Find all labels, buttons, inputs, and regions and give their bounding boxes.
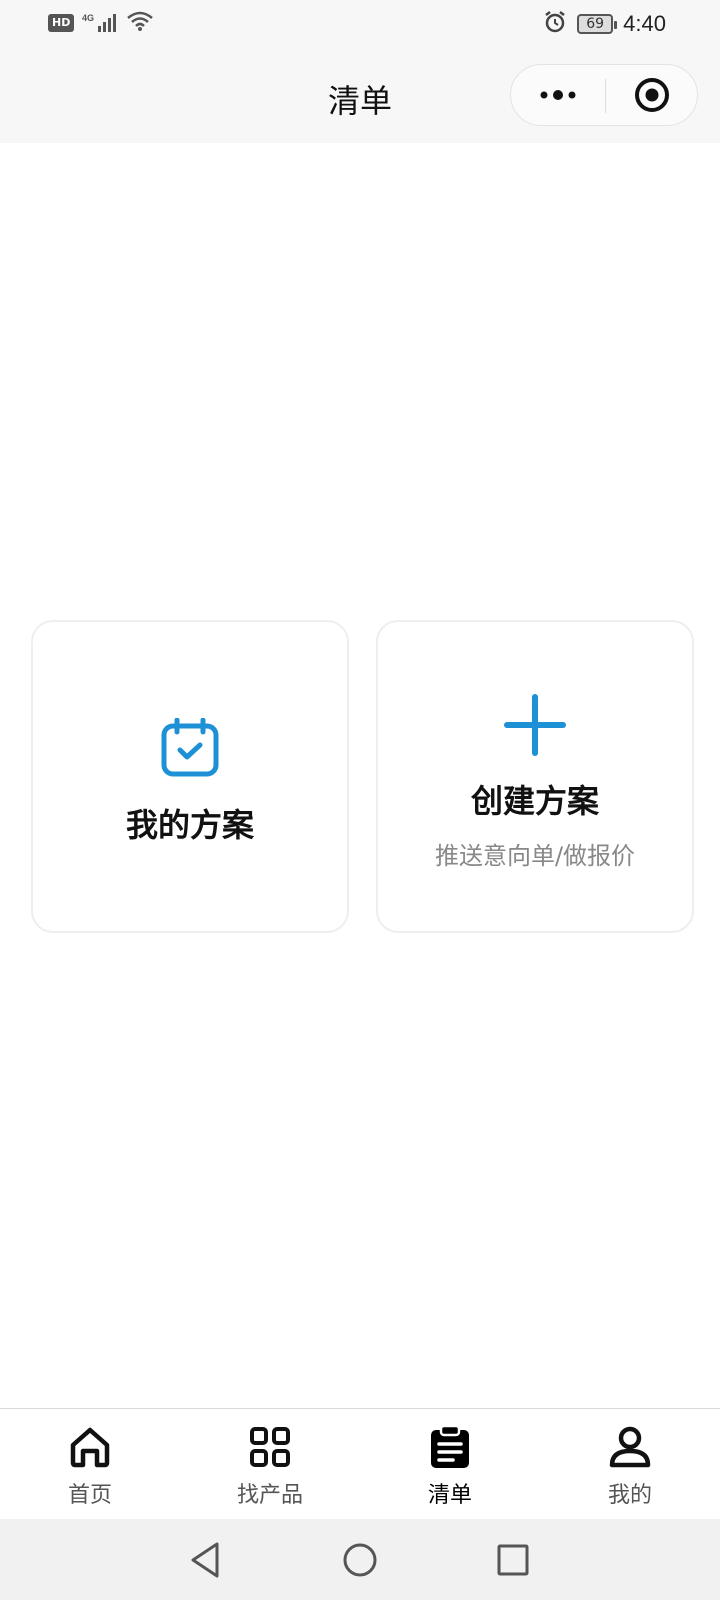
network-type-label: 4G [82,13,94,23]
clipboard-icon [428,1424,472,1469]
create-plan-card[interactable]: 创建方案 推送意向单/做报价 [376,620,694,933]
wifi-icon [126,10,154,36]
close-miniprogram-button[interactable] [606,65,698,125]
status-left: HD 4G [48,10,154,36]
system-navigation-bar [0,1519,720,1600]
tab-home-label: 首页 [67,1483,112,1508]
plus-icon [504,694,566,760]
home-circle-icon [343,1543,377,1577]
target-circle-icon [635,78,669,112]
tab-list-label: 清单 [427,1483,472,1508]
status-bar: HD 4G 69 4:40 [0,0,720,50]
tab-list[interactable]: 清单 [360,1409,540,1519]
user-icon [608,1425,652,1469]
create-plan-subtitle: 推送意向单/做报价 [434,842,636,870]
navigation-bar: 清单 [0,50,720,143]
bottom-tab-bar: 首页 找产品 清单 我的 [0,1408,720,1519]
recents-button[interactable] [490,1537,536,1583]
clock: 4:40 [623,11,666,36]
home-icon [68,1425,112,1469]
status-right: 69 4:40 [543,10,666,38]
battery-indicator: 69 [577,14,618,34]
more-button[interactable] [511,65,605,125]
alarm-icon [543,10,567,38]
tab-me-label: 我的 [607,1483,652,1508]
signal-icon: 4G [82,12,118,34]
tab-find-products-label: 找产品 [236,1483,303,1508]
tab-me[interactable]: 我的 [540,1409,720,1519]
recents-square-icon [497,1544,529,1576]
home-button[interactable] [337,1537,383,1583]
my-plans-title: 我的方案 [125,806,254,844]
back-button[interactable] [182,1537,228,1583]
more-dots-icon [540,90,576,100]
grid-icon [248,1425,292,1469]
mini-program-capsule [510,64,698,126]
calendar-check-icon [160,717,220,782]
tab-home[interactable]: 首页 [0,1409,180,1519]
create-plan-title: 创建方案 [470,782,599,820]
tab-find-products[interactable]: 找产品 [180,1409,360,1519]
back-triangle-icon [191,1542,219,1578]
hd-badge: HD [48,14,75,32]
my-plans-card[interactable]: 我的方案 [31,620,349,933]
